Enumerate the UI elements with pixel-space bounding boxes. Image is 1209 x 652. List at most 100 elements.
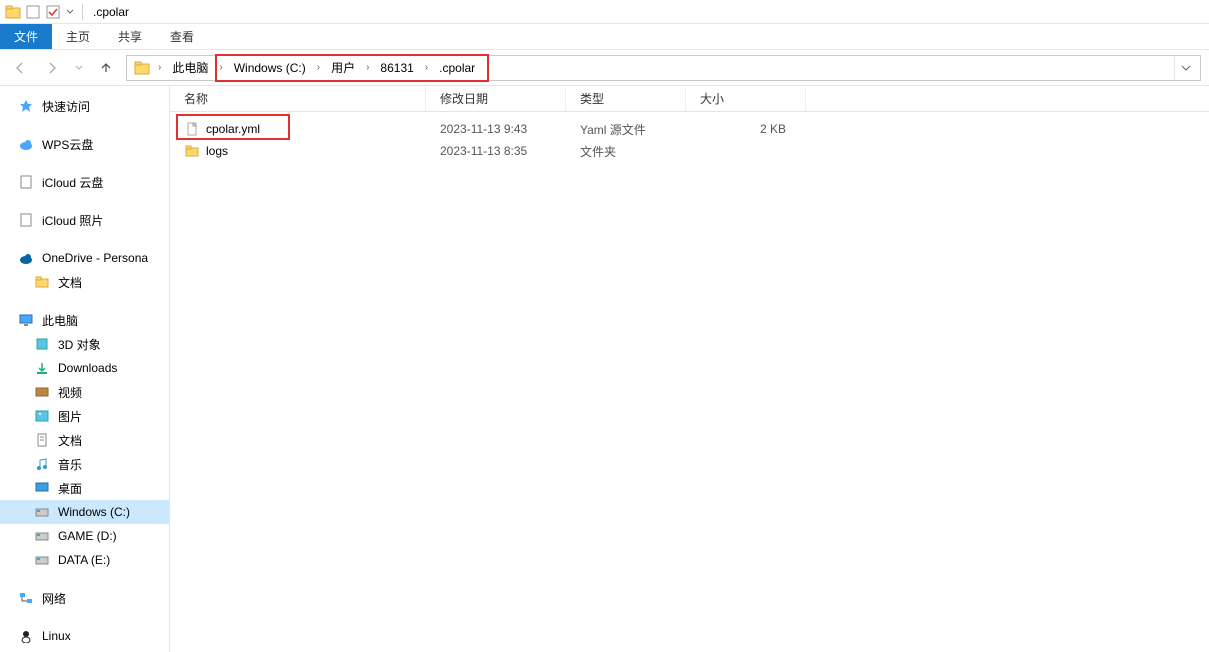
sidebar-item-label: OneDrive - Persona: [42, 251, 148, 265]
breadcrumb-part[interactable]: Windows (C:): [228, 56, 312, 80]
chevron-right-icon[interactable]: ›: [422, 62, 431, 73]
tab-file[interactable]: 文件: [0, 24, 52, 49]
cloud-icon: [18, 250, 34, 266]
qat-check-icon[interactable]: [44, 3, 62, 21]
file-list-pane: 名称 修改日期 类型 大小 cpolar.yml 2023-11-13 9:43Y…: [170, 86, 1209, 652]
column-header-date[interactable]: 修改日期: [426, 86, 566, 111]
sidebar-item[interactable]: 桌面: [0, 476, 169, 500]
sidebar-item-onedrive[interactable]: OneDrive - Persona: [0, 246, 169, 270]
sidebar-item[interactable]: 音乐: [0, 452, 169, 476]
sidebar-item[interactable]: 文档: [0, 428, 169, 452]
address-bar-row: › 此电脑 › Windows (C:) › 用户 › 86131 › .cpo…: [0, 50, 1209, 86]
tab-label: 查看: [170, 28, 194, 45]
breadcrumb-root[interactable]: 此电脑: [166, 56, 214, 80]
file-date-cell: 2023-11-13 8:35: [426, 144, 566, 158]
tab-home[interactable]: 主页: [52, 24, 104, 49]
file-name: cpolar.yml: [206, 122, 260, 136]
column-header-name[interactable]: 名称: [170, 86, 426, 111]
folder-icon: [34, 274, 50, 290]
page-icon: [18, 212, 34, 228]
ribbon-tabs: 文件 主页 共享 查看: [0, 24, 1209, 50]
item-icon: [34, 528, 50, 544]
sidebar-item-label: DATA (E:): [58, 553, 110, 567]
sidebar-item-label: 快速访问: [42, 98, 90, 115]
sidebar-item[interactable]: 图片: [0, 404, 169, 428]
breadcrumb-part[interactable]: .cpolar: [433, 56, 481, 80]
network-icon: [18, 590, 34, 606]
item-icon: [34, 504, 50, 520]
breadcrumb-part[interactable]: 86131: [374, 56, 419, 80]
sidebar-item[interactable]: Windows (C:): [0, 500, 169, 524]
sidebar-item[interactable]: DATA (E:): [0, 548, 169, 572]
column-label: 修改日期: [440, 90, 488, 107]
sidebar-item-label: Linux: [42, 629, 71, 643]
file-row[interactable]: cpolar.yml 2023-11-13 9:43Yaml 源文件2 KB: [170, 118, 1209, 140]
column-header-size[interactable]: 大小: [686, 86, 806, 111]
column-label: 类型: [580, 90, 604, 107]
nav-forward-button[interactable]: [40, 56, 64, 80]
nav-back-button[interactable]: [8, 56, 32, 80]
window-title: .cpolar: [93, 5, 129, 19]
chevron-right-icon[interactable]: ›: [314, 62, 323, 73]
sidebar-item[interactable]: Downloads: [0, 356, 169, 380]
sidebar-item-label: WPS云盘: [42, 136, 93, 153]
column-label: 名称: [184, 90, 208, 107]
tab-view[interactable]: 查看: [156, 24, 208, 49]
star-icon: [18, 98, 34, 114]
tab-label: 共享: [118, 28, 142, 45]
sidebar-item-label: 网络: [42, 590, 66, 607]
tab-share[interactable]: 共享: [104, 24, 156, 49]
chevron-right-icon[interactable]: ›: [155, 62, 164, 73]
item-icon: [34, 336, 50, 352]
sidebar-item-label: iCloud 照片: [42, 212, 103, 229]
column-header-type[interactable]: 类型: [566, 86, 686, 111]
cloud-icon: [18, 136, 34, 152]
item-icon: [34, 384, 50, 400]
file-date-cell: 2023-11-13 9:43: [426, 122, 566, 136]
address-bar[interactable]: › 此电脑 › Windows (C:) › 用户 › 86131 › .cpo…: [126, 55, 1201, 81]
sidebar-item-wps[interactable]: WPS云盘: [0, 132, 169, 156]
sidebar-item-quick-access[interactable]: 快速访问: [0, 94, 169, 118]
file-name-cell: cpolar.yml: [170, 121, 426, 137]
sidebar-item-icloud-drive[interactable]: iCloud 云盘: [0, 170, 169, 194]
page-icon: [18, 174, 34, 190]
item-icon: [34, 408, 50, 424]
linux-icon: [18, 628, 34, 644]
sidebar-item-network[interactable]: 网络: [0, 586, 169, 610]
item-icon: [34, 552, 50, 568]
sidebar-item-label: Downloads: [58, 361, 117, 375]
qat-dropdown-icon[interactable]: [64, 3, 76, 21]
sidebar-item-label: 视频: [58, 384, 82, 401]
sidebar-item[interactable]: 视频: [0, 380, 169, 404]
file-row[interactable]: logs2023-11-13 8:35文件夹: [170, 140, 1209, 162]
chevron-right-icon[interactable]: ›: [216, 62, 225, 73]
nav-recent-dropdown[interactable]: [72, 56, 86, 80]
sidebar-item-label: iCloud 云盘: [42, 174, 103, 191]
file-size-cell: 2 KB: [686, 122, 806, 136]
sidebar-item-label: 文档: [58, 274, 82, 291]
chevron-right-icon[interactable]: ›: [363, 62, 372, 73]
item-icon: [34, 360, 50, 376]
file-type-cell: Yaml 源文件: [566, 121, 686, 138]
sidebar-item-linux[interactable]: Linux: [0, 624, 169, 648]
sidebar-item-label: 3D 对象: [58, 336, 101, 353]
separator: [82, 4, 83, 20]
sidebar-item-label: 图片: [58, 408, 82, 425]
sidebar-item-icloud-photos[interactable]: iCloud 照片: [0, 208, 169, 232]
sidebar-item[interactable]: GAME (D:): [0, 524, 169, 548]
column-headers: 名称 修改日期 类型 大小: [170, 86, 1209, 112]
folder-icon: [133, 59, 151, 77]
sidebar-item-thispc[interactable]: 此电脑: [0, 308, 169, 332]
nav-up-button[interactable]: [94, 56, 118, 80]
column-label: 大小: [700, 90, 724, 107]
address-dropdown-icon[interactable]: [1174, 56, 1196, 80]
file-name: logs: [206, 144, 228, 158]
sidebar-item-label: 音乐: [58, 456, 82, 473]
breadcrumb-part[interactable]: 用户: [325, 56, 361, 80]
sidebar-item[interactable]: 3D 对象: [0, 332, 169, 356]
navigation-pane: 快速访问 WPS云盘 iCloud 云盘 iCloud 照片 OneDr: [0, 86, 170, 652]
qat-item-icon[interactable]: [24, 3, 42, 21]
item-icon: [34, 480, 50, 496]
sidebar-item-label: 此电脑: [42, 312, 78, 329]
sidebar-item-onedrive-docs[interactable]: 文档: [0, 270, 169, 294]
